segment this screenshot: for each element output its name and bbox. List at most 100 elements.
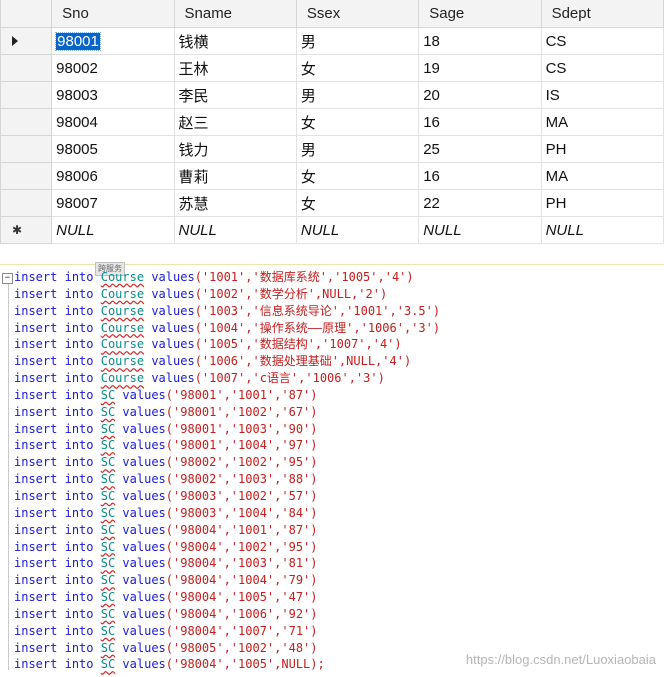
- table-row[interactable]: 98007 苏慧 女 22 PH: [0, 189, 664, 217]
- table-row[interactable]: 98004 赵三 女 16 MA: [0, 108, 664, 136]
- column-header-ssex[interactable]: Ssex: [295, 0, 420, 28]
- keyword-insert: insert: [14, 421, 58, 436]
- cell-ssex[interactable]: 女: [295, 108, 420, 136]
- cell-ssex[interactable]: 女: [295, 54, 420, 82]
- keyword-insert: insert: [14, 623, 58, 638]
- outline-gutter: [8, 280, 9, 670]
- code-line: insert into SC values('98001','1002','67…: [14, 404, 440, 421]
- cell-sage[interactable]: 22: [418, 189, 542, 217]
- cell-ssex[interactable]: 女: [295, 189, 420, 217]
- cell-value: 22: [423, 194, 440, 212]
- row-selector[interactable]: [0, 81, 53, 109]
- cell-ssex[interactable]: 男: [295, 27, 420, 55]
- values-list: ('98001','1004','97'): [165, 438, 318, 453]
- keyword-insert: insert: [14, 556, 58, 571]
- cell-sdept[interactable]: MA: [540, 162, 664, 190]
- cell-sname[interactable]: 钱横: [173, 27, 297, 55]
- table-row[interactable]: 98001 钱横 男 18 CS: [0, 27, 664, 55]
- cell-sname[interactable]: 钱力: [173, 135, 297, 163]
- cell-sname[interactable]: 李民: [173, 81, 297, 109]
- cell-sno[interactable]: 98006: [51, 162, 175, 190]
- row-selector[interactable]: ✱: [0, 216, 53, 244]
- cell-sno[interactable]: 98007: [51, 189, 175, 217]
- keyword-into: into: [64, 657, 94, 672]
- cell-sage[interactable]: 18: [418, 27, 542, 55]
- row-selector[interactable]: [0, 189, 53, 217]
- cell-sname[interactable]: 王林: [173, 54, 297, 82]
- keyword-into: into: [64, 286, 94, 301]
- cell-sdept[interactable]: IS: [540, 81, 664, 109]
- arrow-right-icon: [12, 36, 18, 46]
- cell-sname[interactable]: 苏慧: [173, 189, 297, 217]
- cell-sdept[interactable]: CS: [540, 54, 664, 82]
- cell-value: IS: [545, 86, 560, 104]
- cell-value: MA: [545, 167, 569, 185]
- cell-sdept[interactable]: MA: [540, 108, 664, 136]
- table-row[interactable]: 98002 王林 女 19 CS: [0, 54, 664, 82]
- row-selector[interactable]: [0, 162, 53, 190]
- keyword-into: into: [64, 640, 94, 655]
- row-selector[interactable]: [0, 135, 53, 163]
- table-name: SC: [100, 421, 116, 436]
- cell-value: 19: [423, 59, 440, 77]
- table-row[interactable]: 98003 李民 男 20 IS: [0, 81, 664, 109]
- row-selector[interactable]: [0, 108, 53, 136]
- cell-sdept[interactable]: CS: [540, 27, 664, 55]
- cell-sdept[interactable]: PH: [540, 135, 664, 163]
- keyword-into: into: [64, 505, 94, 520]
- cell-ssex[interactable]: 男: [295, 135, 420, 163]
- table-row[interactable]: 98005 钱力 男 25 PH: [0, 135, 664, 163]
- cell-sage[interactable]: 20: [418, 81, 542, 109]
- cell-null[interactable]: NULL: [51, 216, 175, 244]
- keyword-values: values: [122, 404, 166, 419]
- cell-sname[interactable]: 曹莉: [173, 162, 297, 190]
- table-name: Course: [100, 371, 145, 386]
- keyword-values: values: [151, 320, 195, 335]
- cell-sno[interactable]: 98004: [51, 108, 175, 136]
- keyword-into: into: [64, 320, 94, 335]
- grid-corner[interactable]: [0, 0, 53, 28]
- cell-sno[interactable]: 98001: [51, 27, 175, 55]
- row-selector[interactable]: [0, 54, 53, 82]
- row-selector[interactable]: [0, 27, 53, 55]
- table-name: SC: [100, 472, 116, 487]
- cell-sage[interactable]: 19: [418, 54, 542, 82]
- cell-sno[interactable]: 98005: [51, 135, 175, 163]
- keyword-into: into: [64, 455, 94, 470]
- column-header-sage[interactable]: Sage: [418, 0, 542, 28]
- table-name: SC: [100, 640, 116, 655]
- code-line: insert into Course values('1007','c语言','…: [14, 370, 440, 387]
- cell-value: 98003: [56, 86, 98, 104]
- keyword-insert: insert: [14, 438, 58, 453]
- keyword-values: values: [122, 455, 166, 470]
- cell-sage[interactable]: 16: [418, 108, 542, 136]
- keyword-values: values: [151, 286, 195, 301]
- cell-null[interactable]: NULL: [540, 216, 664, 244]
- cell-null[interactable]: NULL: [418, 216, 542, 244]
- cell-null[interactable]: NULL: [173, 216, 297, 244]
- cell-sname[interactable]: 赵三: [173, 108, 297, 136]
- code-line: insert into SC values('98004','1005',NUL…: [14, 656, 440, 673]
- cell-value: PH: [545, 194, 567, 212]
- cell-sage[interactable]: 16: [418, 162, 542, 190]
- keyword-into: into: [64, 303, 94, 318]
- cell-sdept[interactable]: PH: [540, 189, 664, 217]
- table-name: Course: [100, 354, 145, 369]
- code-line: insert into SC values('98004','1003','81…: [14, 555, 440, 572]
- values-list: ('1004','操作系统——原理','1006','3'): [194, 320, 441, 335]
- cell-value: CS: [545, 59, 567, 77]
- collapse-icon[interactable]: −: [2, 273, 13, 284]
- cell-ssex[interactable]: 女: [295, 162, 420, 190]
- cell-sno[interactable]: 98002: [51, 54, 175, 82]
- column-header-sno[interactable]: Sno: [51, 0, 175, 28]
- cell-ssex[interactable]: 男: [295, 81, 420, 109]
- cell-sage[interactable]: 25: [418, 135, 542, 163]
- column-header-sname[interactable]: Sname: [173, 0, 297, 28]
- column-header-sdept[interactable]: Sdept: [540, 0, 664, 28]
- table-row[interactable]: 98006 曹莉 女 16 MA: [0, 162, 664, 190]
- keyword-insert: insert: [14, 573, 58, 588]
- new-row[interactable]: ✱ NULL NULL NULL NULL NULL: [0, 216, 664, 244]
- code-area[interactable]: insert into Course values ('1001','数据库系统'…: [14, 269, 440, 673]
- cell-sno[interactable]: 98003: [51, 81, 175, 109]
- cell-null[interactable]: NULL: [295, 216, 420, 244]
